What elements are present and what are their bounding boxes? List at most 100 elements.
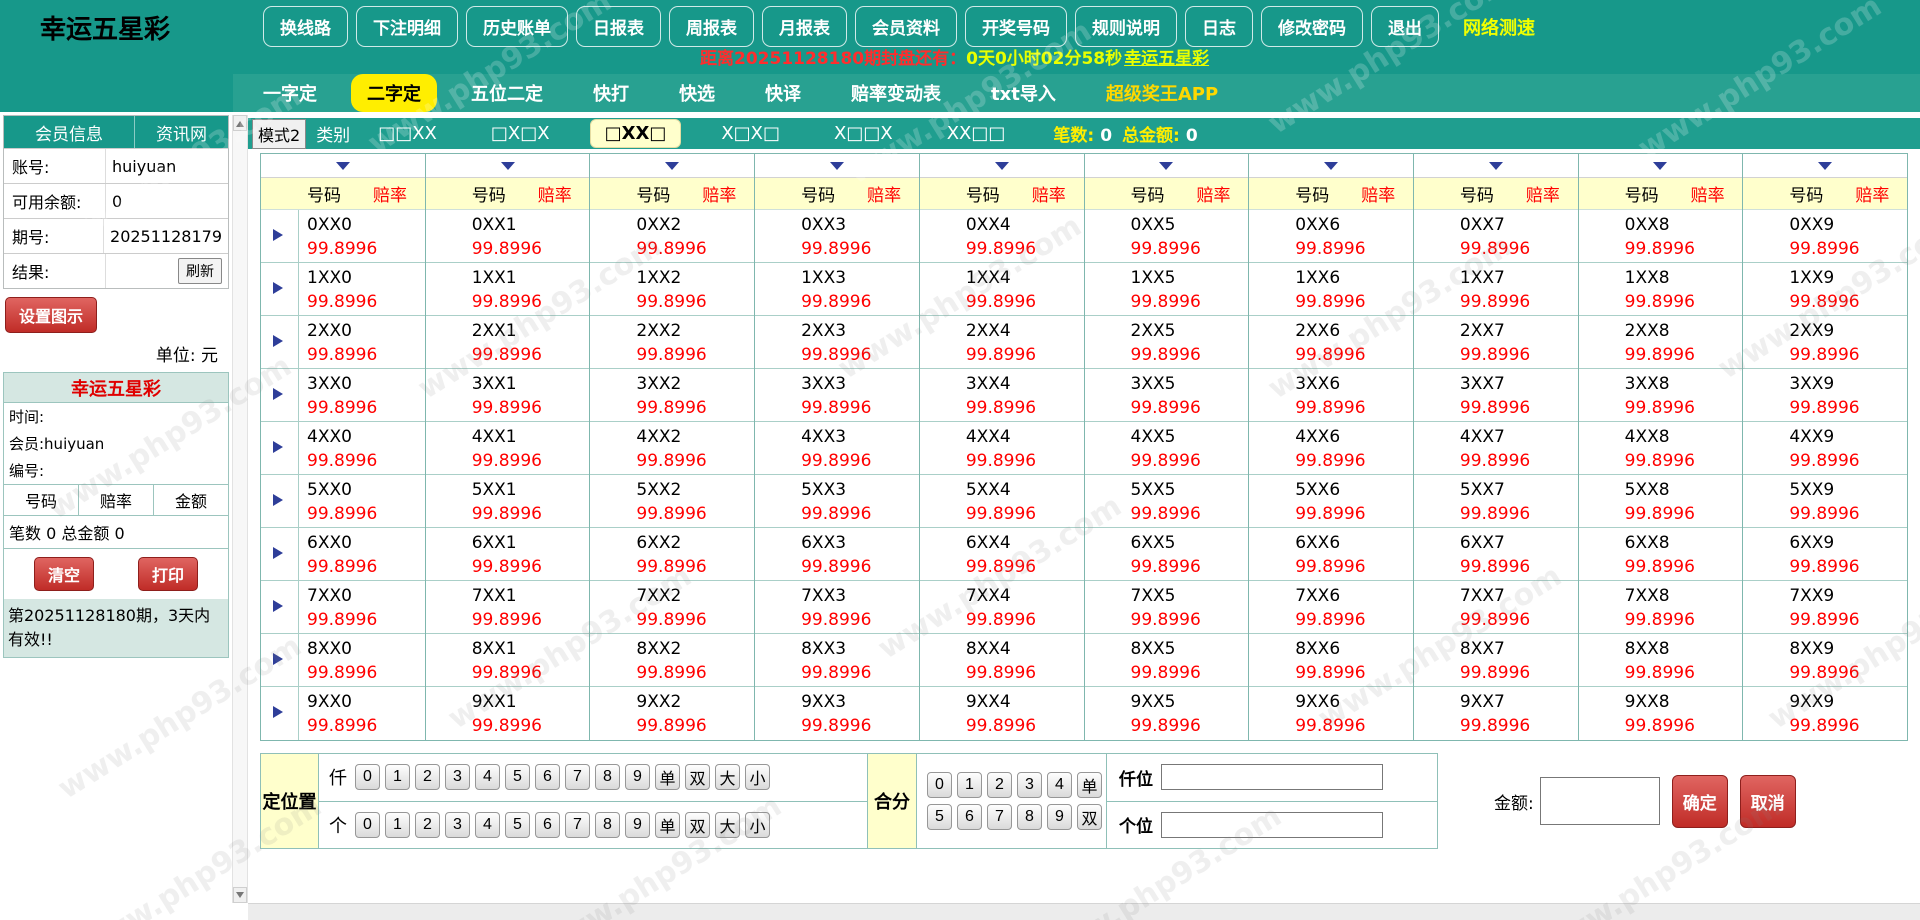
- bet-cell[interactable]: 2XX799.8996: [1414, 316, 1578, 369]
- bet-cell[interactable]: 6XX899.8996: [1579, 528, 1743, 581]
- bet-cell[interactable]: 3XX599.8996: [1085, 369, 1249, 422]
- vertical-scrollbar[interactable]: [232, 115, 248, 903]
- bet-cell[interactable]: 5XX999.8996: [1743, 475, 1907, 528]
- main-tab[interactable]: 快选: [663, 74, 731, 112]
- main-tab[interactable]: 一字定: [247, 74, 333, 112]
- bet-cell[interactable]: 8XX599.8996: [1085, 634, 1249, 687]
- position-key-button[interactable]: 双: [685, 764, 710, 790]
- bet-cell[interactable]: 5XX199.8996: [426, 475, 590, 528]
- bet-cell[interactable]: 4XX999.8996: [1743, 422, 1907, 475]
- bet-cell[interactable]: 8XX199.8996: [426, 634, 590, 687]
- pattern-tab[interactable]: □XX□: [590, 119, 682, 148]
- quick-pick-button[interactable]: 7: [987, 804, 1012, 830]
- bet-cell[interactable]: 5XX899.8996: [1579, 475, 1743, 528]
- quick-pick-button[interactable]: 4: [1047, 772, 1072, 798]
- bet-cell[interactable]: 9XX099.8996: [261, 687, 425, 740]
- bet-cell[interactable]: 8XX299.8996: [590, 634, 754, 687]
- bet-cell[interactable]: 8XX399.8996: [755, 634, 919, 687]
- bet-cell[interactable]: 6XX699.8996: [1249, 528, 1413, 581]
- position-key-button[interactable]: 5: [505, 764, 530, 790]
- main-tab[interactable]: 赔率变动表: [835, 74, 957, 112]
- bet-cell[interactable]: 2XX899.8996: [1579, 316, 1743, 369]
- quick-pick-button[interactable]: 1: [957, 772, 982, 798]
- bet-cell[interactable]: 5XX599.8996: [1085, 475, 1249, 528]
- bet-cell[interactable]: 4XX599.8996: [1085, 422, 1249, 475]
- bet-cell[interactable]: 4XX299.8996: [590, 422, 754, 475]
- bet-cell[interactable]: 7XX199.8996: [426, 581, 590, 634]
- bet-cell[interactable]: 6XX099.8996: [261, 528, 425, 581]
- bet-cell[interactable]: 0XX899.8996: [1579, 210, 1743, 263]
- column-filter-dropdown[interactable]: [1414, 154, 1578, 178]
- bet-cell[interactable]: 9XX299.8996: [590, 687, 754, 740]
- nav-button[interactable]: 规则说明: [1075, 6, 1177, 47]
- main-tab[interactable]: 五位二定: [455, 74, 559, 112]
- bet-cell[interactable]: 9XX799.8996: [1414, 687, 1578, 740]
- bet-cell[interactable]: 2XX099.8996: [261, 316, 425, 369]
- quick-pick-button[interactable]: 3: [1017, 772, 1042, 798]
- bet-cell[interactable]: 9XX899.8996: [1579, 687, 1743, 740]
- bet-cell[interactable]: 3XX499.8996: [920, 369, 1084, 422]
- nav-button[interactable]: 换线路: [263, 6, 348, 47]
- bet-cell[interactable]: 4XX399.8996: [755, 422, 919, 475]
- quick-pick-button[interactable]: 5: [927, 804, 952, 830]
- print-button[interactable]: 打印: [138, 557, 198, 591]
- bet-cell[interactable]: 0XX199.8996: [426, 210, 590, 263]
- bet-cell[interactable]: 1XX899.8996: [1579, 263, 1743, 316]
- bet-cell[interactable]: 6XX499.8996: [920, 528, 1084, 581]
- quick-pick-button[interactable]: 双: [1077, 804, 1102, 830]
- column-filter-dropdown[interactable]: [261, 154, 425, 178]
- position-key-button[interactable]: 大: [715, 764, 740, 790]
- bet-cell[interactable]: 5XX799.8996: [1414, 475, 1578, 528]
- nav-button[interactable]: 开奖号码: [965, 6, 1067, 47]
- main-tab[interactable]: 快译: [749, 74, 817, 112]
- bet-cell[interactable]: 4XX099.8996: [261, 422, 425, 475]
- position-key-button[interactable]: 1: [385, 764, 410, 790]
- position-key-button[interactable]: 2: [415, 764, 440, 790]
- position-key-button[interactable]: 3: [445, 764, 470, 790]
- main-tab[interactable]: 快打: [577, 74, 645, 112]
- bet-cell[interactable]: 2XX999.8996: [1743, 316, 1907, 369]
- bet-cell[interactable]: 4XX899.8996: [1579, 422, 1743, 475]
- scroll-down-button[interactable]: [233, 887, 247, 903]
- refresh-button[interactable]: 刷新: [178, 258, 222, 284]
- column-filter-dropdown[interactable]: [590, 154, 754, 178]
- confirm-button[interactable]: 确定: [1672, 775, 1728, 828]
- bet-cell[interactable]: 9XX599.8996: [1085, 687, 1249, 740]
- bet-cell[interactable]: 1XX599.8996: [1085, 263, 1249, 316]
- tab-member-info[interactable]: 会员信息: [4, 116, 134, 148]
- nav-button[interactable]: 会员资料: [855, 6, 957, 47]
- tab-info-site[interactable]: 资讯网: [134, 116, 228, 148]
- bet-cell[interactable]: 7XX899.8996: [1579, 581, 1743, 634]
- bet-cell[interactable]: 7XX399.8996: [755, 581, 919, 634]
- nav-button[interactable]: 周报表: [669, 6, 754, 47]
- bet-cell[interactable]: 6XX399.8996: [755, 528, 919, 581]
- position-key-button[interactable]: 单: [655, 812, 680, 838]
- bet-cell[interactable]: 2XX299.8996: [590, 316, 754, 369]
- bet-cell[interactable]: 4XX699.8996: [1249, 422, 1413, 475]
- main-tab[interactable]: txt导入: [975, 74, 1072, 112]
- thousands-input[interactable]: [1161, 764, 1383, 790]
- bet-cell[interactable]: 3XX399.8996: [755, 369, 919, 422]
- bet-cell[interactable]: 4XX499.8996: [920, 422, 1084, 475]
- column-filter-dropdown[interactable]: [755, 154, 919, 178]
- bet-cell[interactable]: 2XX399.8996: [755, 316, 919, 369]
- position-key-button[interactable]: 7: [565, 764, 590, 790]
- bet-cell[interactable]: 6XX799.8996: [1414, 528, 1578, 581]
- bet-cell[interactable]: 0XX599.8996: [1085, 210, 1249, 263]
- nav-button[interactable]: 日志: [1185, 6, 1253, 47]
- bet-cell[interactable]: 3XX999.8996: [1743, 369, 1907, 422]
- position-key-button[interactable]: 7: [565, 812, 590, 838]
- column-filter-dropdown[interactable]: [1743, 154, 1907, 178]
- bet-cell[interactable]: 1XX199.8996: [426, 263, 590, 316]
- lottery-name-link[interactable]: 幸运五星彩: [1124, 49, 1209, 69]
- mode-button[interactable]: 模式2: [252, 119, 306, 149]
- quick-pick-button[interactable]: 2: [987, 772, 1012, 798]
- bet-cell[interactable]: 3XX199.8996: [426, 369, 590, 422]
- position-key-button[interactable]: 9: [625, 764, 650, 790]
- scroll-up-button[interactable]: [233, 115, 247, 131]
- bet-cell[interactable]: 7XX299.8996: [590, 581, 754, 634]
- pattern-tab[interactable]: □X□X: [477, 120, 564, 147]
- bet-cell[interactable]: 7XX799.8996: [1414, 581, 1578, 634]
- bet-cell[interactable]: 7XX599.8996: [1085, 581, 1249, 634]
- position-key-button[interactable]: 2: [415, 812, 440, 838]
